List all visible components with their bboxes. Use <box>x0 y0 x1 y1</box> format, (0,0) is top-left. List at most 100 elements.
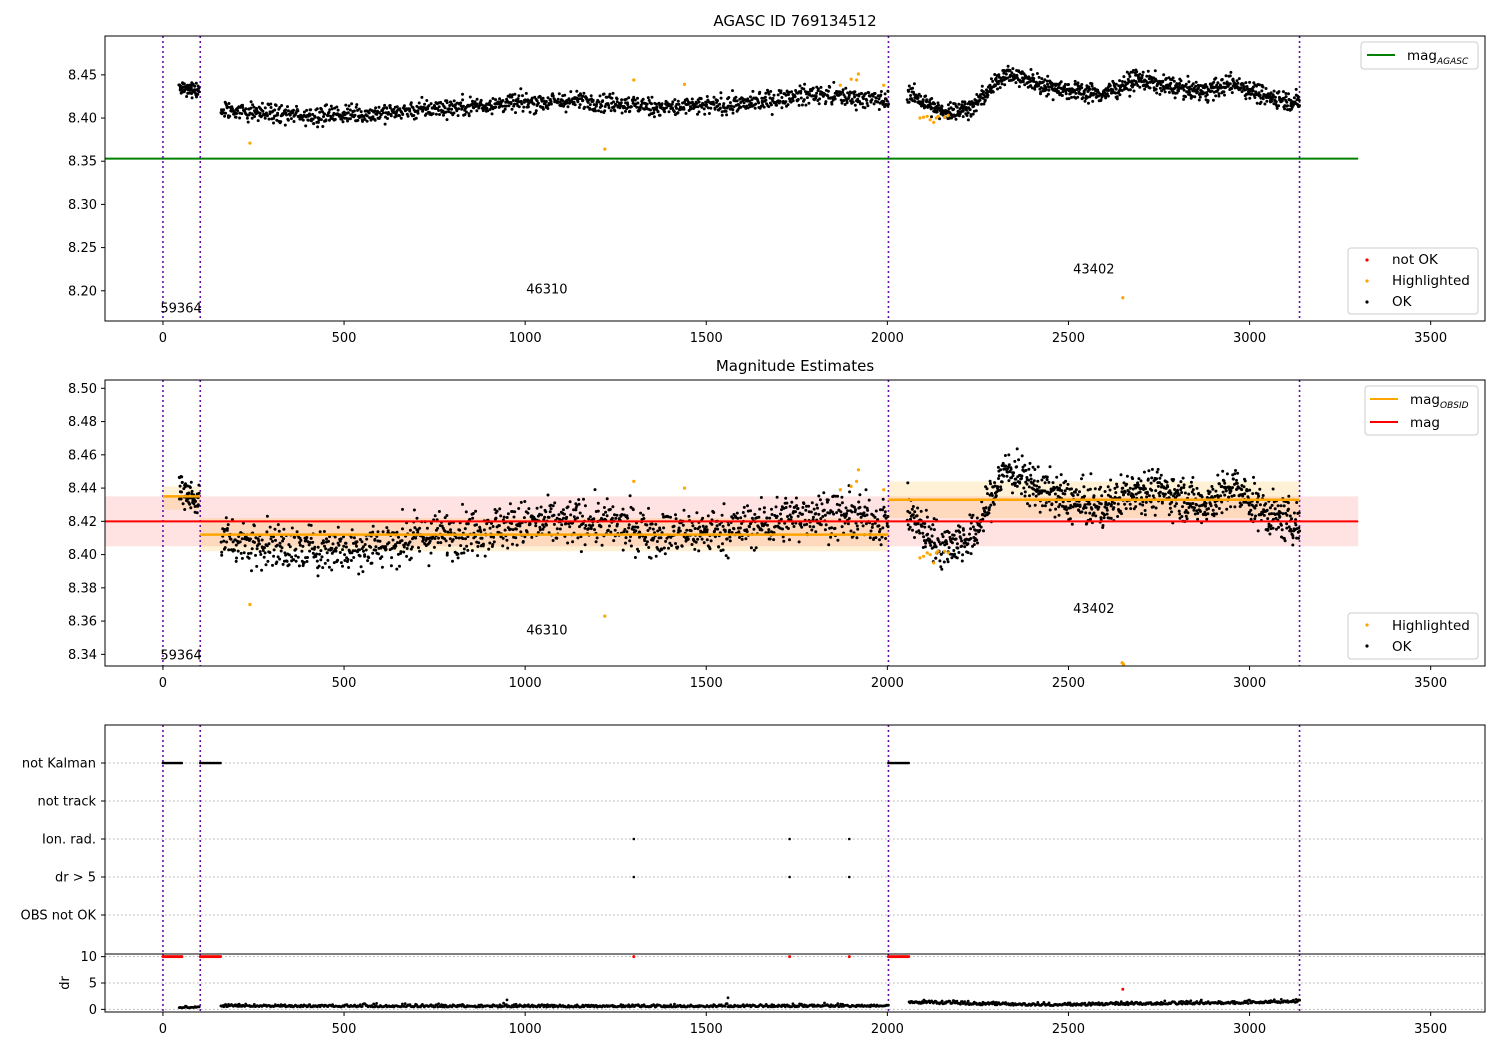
data-point-ok <box>577 502 581 506</box>
data-point-ok <box>1281 512 1285 516</box>
data-point-ok <box>815 503 819 507</box>
data-point-ok <box>1236 81 1240 85</box>
data-point-ok <box>958 530 962 534</box>
data-point-ok <box>238 116 242 120</box>
data-point-ok <box>513 510 517 514</box>
data-point-ok <box>1011 67 1015 71</box>
data-point-ok <box>1033 468 1037 471</box>
data-point-ok <box>1248 80 1252 84</box>
data-point-ok <box>745 530 749 534</box>
data-point-ok <box>619 101 623 105</box>
data-point-ok <box>919 509 923 513</box>
data-point-ok <box>1233 472 1237 476</box>
data-point-ok <box>1179 79 1183 83</box>
data-point-ok <box>1186 74 1190 78</box>
data-point-ok <box>703 112 707 116</box>
data-point-ok <box>263 546 266 550</box>
data-point-ok <box>1010 71 1014 75</box>
data-point-ok <box>1013 459 1017 463</box>
data-point-ok <box>549 507 553 511</box>
data-point-ok <box>997 474 1001 478</box>
data-point-ok <box>190 96 194 100</box>
data-point-ok <box>724 554 728 558</box>
data-point-ok <box>511 99 515 102</box>
data-point-ok <box>1036 479 1040 483</box>
data-point-ok <box>1068 517 1072 521</box>
data-point-ok <box>1054 507 1058 511</box>
data-point-ok <box>279 549 283 553</box>
data-point-ok <box>715 524 719 528</box>
data-point-ok <box>1266 517 1270 521</box>
data-point-highlighted <box>946 113 950 118</box>
data-point-ok <box>1285 100 1289 104</box>
data-point-ok <box>324 547 328 551</box>
legend-swatch-ok <box>1365 644 1369 648</box>
data-point-ok <box>804 508 808 512</box>
data-point-ok <box>1258 503 1262 507</box>
data-point-ok <box>753 512 757 516</box>
data-point-ok <box>514 111 517 115</box>
data-point-highlighted <box>632 479 636 483</box>
data-point-ok <box>333 535 337 539</box>
data-point-ok <box>268 551 272 554</box>
data-point-ok <box>593 528 596 532</box>
data-point-ok <box>1243 479 1247 483</box>
data-point-ok <box>847 517 851 520</box>
data-point-highlighted <box>943 115 947 119</box>
data-point-ok <box>583 105 587 109</box>
data-point-ok <box>371 551 375 555</box>
data-point-ok <box>410 545 414 549</box>
data-point-ok <box>503 528 507 532</box>
data-point-ok <box>1194 84 1198 88</box>
data-point-ok <box>916 522 920 526</box>
data-point-ok <box>629 544 633 548</box>
data-point-ok <box>1015 484 1019 488</box>
data-point-ok <box>645 540 649 544</box>
data-point-ok <box>1048 465 1052 469</box>
data-point-ok <box>908 525 912 529</box>
data-point-ok <box>579 550 583 554</box>
data-point-ok <box>867 91 871 95</box>
data-point-ok <box>501 544 505 548</box>
data-point-ok <box>1165 480 1169 484</box>
data-point-ok <box>879 93 883 97</box>
data-point-ok <box>321 125 325 128</box>
data-point-ok <box>297 564 301 568</box>
data-point-ok <box>950 541 954 545</box>
data-point-ok <box>439 541 443 545</box>
data-point-ok <box>1090 82 1094 86</box>
data-point-ok <box>223 546 227 550</box>
data-point-ok <box>521 109 525 113</box>
data-point-ok <box>389 564 393 568</box>
data-point-ok <box>1153 69 1157 73</box>
data-point-ok <box>1211 508 1215 512</box>
data-point-ok <box>624 536 628 540</box>
data-point-ok <box>682 107 686 111</box>
flag-category-label: not track <box>37 795 96 810</box>
data-point-ok <box>658 528 662 532</box>
data-point-ok <box>409 101 413 105</box>
data-point-ok <box>1131 69 1135 72</box>
data-point-ok <box>1031 73 1035 77</box>
data-point-ok <box>1282 504 1286 508</box>
data-point-ok <box>355 103 359 107</box>
data-point-ok <box>273 527 277 531</box>
data-point-ok <box>600 543 604 547</box>
data-point-ok <box>573 103 577 107</box>
data-point-ok <box>976 541 979 545</box>
data-point-ok <box>1288 514 1292 518</box>
data-point-ok <box>927 525 931 529</box>
data-point-ok <box>548 510 552 514</box>
data-point-ok <box>982 529 985 533</box>
data-point-ok <box>816 87 820 91</box>
data-point-ok <box>461 92 464 96</box>
data-point-ok <box>382 106 386 110</box>
flag-point <box>848 837 851 841</box>
data-point-ok <box>880 535 884 539</box>
x-tick-label: 2000 <box>871 676 904 691</box>
data-point-ok <box>1073 490 1077 494</box>
data-point-ok <box>341 564 344 568</box>
data-point-ok <box>971 513 975 517</box>
data-point-ok <box>1248 96 1252 100</box>
data-point-ok <box>627 523 631 527</box>
